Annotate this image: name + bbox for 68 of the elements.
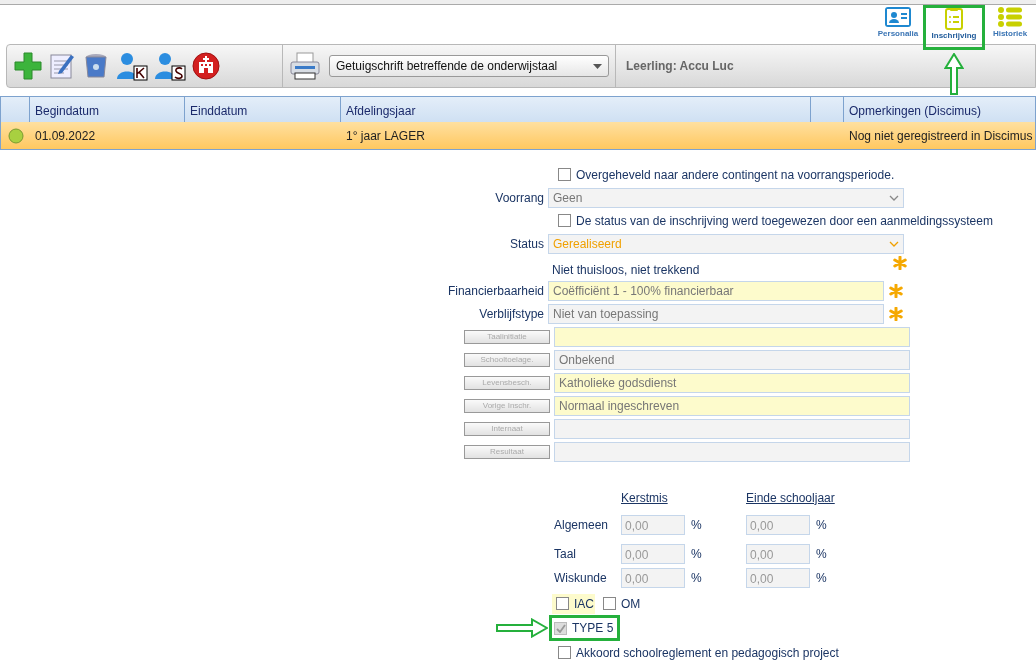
- arrow-icon: [496, 618, 548, 638]
- checkbox-label: Overgeheveld naar andere contingent na voorrangsperiode.: [576, 166, 895, 184]
- checkbox[interactable]: [558, 168, 571, 181]
- add-icon[interactable]: [13, 51, 43, 81]
- report-dropdown[interactable]: Getuigschrift betreffende de onderwijstaal: [329, 55, 609, 77]
- nav-tab[interactable]: Personalia: [872, 6, 924, 44]
- row-label: Algemeen: [553, 517, 610, 534]
- info-text: Niet thuisloos, niet trekkend: [552, 262, 701, 279]
- user-k-icon[interactable]: [115, 51, 149, 81]
- field-label: Voorrang: [494, 189, 545, 207]
- checkbox[interactable]: [558, 214, 571, 227]
- id-card-icon: [884, 6, 912, 28]
- unit-label: %: [816, 517, 827, 534]
- unit-label: %: [691, 570, 702, 587]
- unit-label: %: [691, 517, 702, 534]
- text-field[interactable]: Normaal ingeschreven: [554, 395, 910, 416]
- percentage-field[interactable]: 0,00: [746, 568, 810, 588]
- field-label: Financierbaarheid: [446, 282, 545, 300]
- table-row[interactable]: 01.09.2022 1° jaar LAGER Nog niet geregistreerd in Discimus: [1, 122, 1035, 149]
- field-label: Status: [508, 235, 545, 253]
- checkbox[interactable]: [556, 597, 569, 610]
- text-field[interactable]: Katholieke godsdienst: [554, 372, 910, 393]
- text-field[interactable]: Onbekend: [554, 349, 910, 370]
- text-field[interactable]: [554, 418, 910, 439]
- form-button[interactable]: Resultaat: [464, 444, 550, 459]
- column-heading: Einde schooljaar: [746, 489, 836, 507]
- percentage-field[interactable]: 0,00: [746, 544, 810, 564]
- checkbox[interactable]: [558, 646, 571, 659]
- nav-tab[interactable]: Inschrijving: [924, 6, 984, 49]
- checkbox-label: De status van de inschrijving werd toegewezen door een aanmeldingssysteem: [576, 212, 993, 230]
- caret-icon: [593, 63, 602, 69]
- percentage-field[interactable]: 0,00: [621, 544, 685, 564]
- row-label: Taal: [553, 546, 577, 563]
- chevron-icon[interactable]: [889, 240, 899, 247]
- user-s-icon[interactable]: [153, 51, 187, 81]
- checkbox-label: OM: [621, 595, 641, 613]
- percentage-field[interactable]: 0,00: [621, 568, 685, 588]
- checkbox-label: IAC: [574, 595, 594, 613]
- clipboard-icon: [944, 6, 964, 30]
- table-cell: Nog niet geregistreerd in Discimus: [849, 128, 1033, 143]
- checkbox-label: Akkoord schoolreglement en pedagogisch project: [576, 644, 839, 662]
- field-label: Verblijfstype: [478, 305, 545, 323]
- printer-icon[interactable]: [289, 51, 321, 81]
- student-label: Leerling: Accu Luc: [625, 59, 734, 73]
- table-cell: 01.09.2022: [35, 128, 96, 143]
- percentage-field[interactable]: 0,00: [621, 515, 685, 535]
- list-icon: [997, 6, 1023, 28]
- status-dot-icon: [8, 128, 24, 145]
- arrow-icon: [944, 53, 964, 95]
- chevron-icon[interactable]: [889, 194, 899, 201]
- table-cell: 1° jaar LAGER: [346, 128, 425, 143]
- checkbox-label: TYPE 5: [572, 620, 614, 637]
- checkbox[interactable]: [603, 597, 616, 610]
- row-label: Wiskunde: [553, 570, 608, 587]
- column-header[interactable]: Opmerkingen (Discimus): [844, 97, 1035, 122]
- text-field[interactable]: Niet van toepassing: [548, 303, 884, 324]
- text-field[interactable]: Coëfficiënt 1 - 100% financierbaar: [548, 280, 884, 301]
- dropdown[interactable]: Geen: [548, 187, 904, 208]
- text-field[interactable]: [554, 441, 910, 462]
- percentage-field[interactable]: 0,00: [746, 515, 810, 535]
- unit-label: %: [691, 546, 702, 563]
- nav-tab[interactable]: Historiek: [984, 6, 1036, 44]
- unit-label: %: [816, 546, 827, 563]
- notepad-icon[interactable]: [47, 51, 77, 81]
- hospital-icon[interactable]: [191, 51, 221, 81]
- text-field[interactable]: [554, 326, 910, 347]
- column-heading: Kerstmis: [621, 489, 669, 507]
- unit-label: %: [816, 570, 827, 587]
